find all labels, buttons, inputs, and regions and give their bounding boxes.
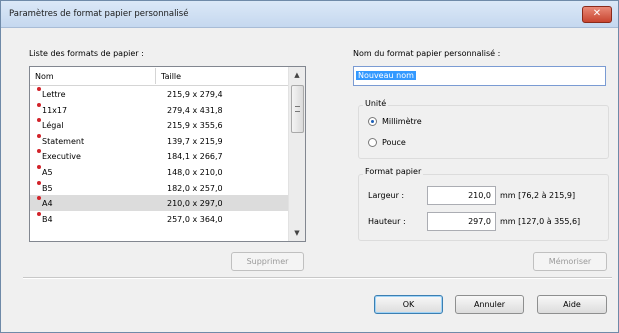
radio-millimetre[interactable] (368, 117, 377, 126)
list-header: Nom Taille (30, 67, 289, 86)
row-size: 182,0 x 257,0 (167, 183, 223, 193)
radio-pouce[interactable] (368, 138, 377, 147)
window-title: Paramètres de format papier personnalisé (9, 9, 189, 19)
predefined-marker-icon (37, 196, 41, 201)
row-name: Statement (42, 136, 85, 146)
row-size: 184,1 x 266,7 (167, 152, 223, 162)
scroll-thumb[interactable] (291, 85, 304, 133)
height-range: mm [127,0 à 355,6] (500, 217, 581, 226)
width-range: mm [76,2 à 215,9] (500, 191, 576, 200)
list-row-legal[interactable]: Légal 215,9 x 355,6 (30, 117, 289, 133)
row-size: 148,0 x 210,0 (167, 167, 223, 177)
custom-name-input[interactable]: Nouveau nom (353, 66, 606, 86)
width-label: Largeur : (368, 191, 405, 200)
width-input[interactable]: 210,0 (427, 186, 496, 205)
list-row-11x17[interactable]: 11x17 279,4 x 431,8 (30, 102, 289, 118)
cancel-button[interactable]: Annuler (455, 295, 524, 314)
row-name: A4 (42, 199, 53, 209)
row-name: Légal (42, 121, 64, 131)
row-name: Lettre (42, 90, 66, 99)
scroll-up-arrow-icon[interactable]: ▲ (289, 67, 305, 83)
predefined-marker-icon (37, 102, 41, 107)
row-name: Executive (42, 152, 81, 162)
delete-button[interactable]: Supprimer (231, 252, 304, 271)
row-size: 215,9 x 355,6 (167, 121, 223, 131)
list-rows: Lettre 215,9 x 279,4 11x17 279,4 x 431,8 L… (30, 86, 289, 226)
radio-pouce-label[interactable]: Pouce (382, 138, 406, 147)
row-name: B5 (42, 183, 53, 193)
predefined-marker-icon (37, 211, 41, 216)
paper-list-label: Liste des formats de papier : (29, 49, 144, 58)
ok-button[interactable]: OK (374, 295, 443, 314)
list-row-a5[interactable]: A5 148,0 x 210,0 (30, 164, 289, 180)
list-row-b4[interactable]: B4 257,0 x 364,0 (30, 211, 289, 227)
custom-name-label: Nom du format papier personnalisé : (353, 49, 501, 58)
predefined-marker-icon (37, 180, 41, 185)
column-divider[interactable] (155, 68, 156, 84)
list-row-a4[interactable]: A4 210,0 x 297,0 (30, 195, 289, 211)
row-size: 215,9 x 279,4 (167, 90, 223, 99)
list-row-statement[interactable]: Statement 139,7 x 215,9 (30, 133, 289, 149)
custom-paper-size-dialog: Paramètres de format papier personnalisé… (0, 0, 619, 333)
column-header-size[interactable]: Taille (161, 72, 181, 81)
title-bar[interactable]: Paramètres de format papier personnalisé… (1, 1, 618, 28)
row-size: 257,0 x 364,0 (167, 214, 223, 224)
close-button[interactable]: ✕ (582, 6, 612, 23)
radio-millimetre-label[interactable]: Millimètre (382, 117, 422, 126)
help-button[interactable]: Aide (537, 295, 607, 314)
row-size: 279,4 x 431,8 (167, 105, 223, 115)
height-input[interactable]: 297,0 (427, 212, 496, 231)
row-size: 139,7 x 215,9 (167, 136, 223, 146)
list-row-executive[interactable]: Executive 184,1 x 266,7 (30, 148, 289, 164)
grip-icon (295, 106, 300, 112)
list-row-b5[interactable]: B5 182,0 x 257,0 (30, 180, 289, 196)
list-row-lettre[interactable]: Lettre 215,9 x 279,4 (30, 86, 289, 102)
footer-divider (23, 277, 612, 279)
row-name: A5 (42, 167, 53, 177)
paper-size-list[interactable]: Nom Taille Lettre 215,9 x 279,4 11x17 279,… (29, 66, 306, 242)
predefined-marker-icon (37, 118, 41, 123)
row-name: 11x17 (42, 105, 68, 115)
scroll-down-arrow-icon[interactable]: ▼ (289, 225, 305, 241)
column-header-name[interactable]: Nom (35, 72, 54, 81)
paper-format-group-label: Format papier (363, 167, 424, 176)
unit-group-label: Unité (363, 99, 389, 108)
predefined-marker-icon (37, 133, 41, 138)
predefined-marker-icon (37, 164, 41, 169)
close-icon: ✕ (592, 8, 602, 19)
custom-name-value: Nouveau nom (356, 71, 416, 80)
save-format-button[interactable]: Mémoriser (533, 252, 607, 271)
unit-group (358, 105, 609, 159)
row-name: B4 (42, 214, 53, 224)
row-size: 210,0 x 297,0 (167, 199, 223, 209)
height-label: Hauteur : (368, 217, 406, 226)
list-scrollbar[interactable]: ▲ ▼ (288, 67, 305, 241)
predefined-marker-icon (37, 149, 41, 154)
predefined-marker-icon (37, 87, 41, 91)
